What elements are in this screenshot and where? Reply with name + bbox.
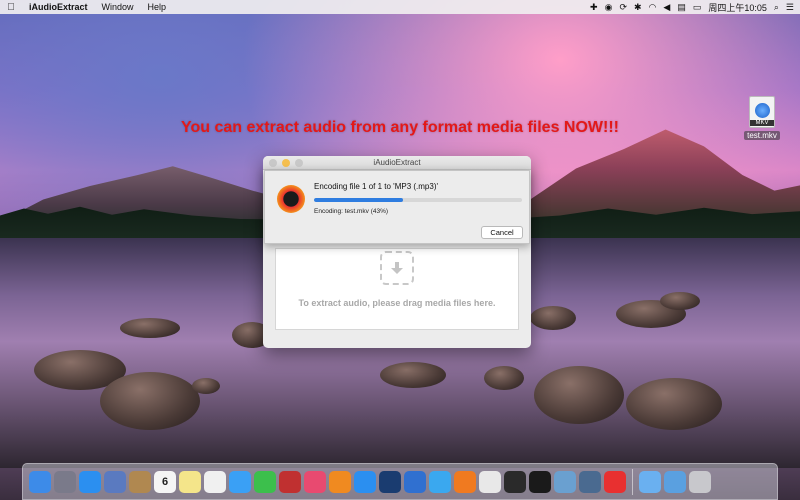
rock (100, 372, 200, 430)
rock (484, 366, 524, 390)
reminders-icon[interactable] (204, 470, 226, 493)
battery-icon[interactable]: ▭ (693, 2, 702, 13)
menu-help[interactable]: Help (141, 2, 174, 12)
wifi-icon[interactable]: ◠ (649, 2, 657, 13)
close-button[interactable] (269, 159, 277, 167)
plus-icon[interactable]: ✚ (590, 2, 598, 13)
calendar-icon[interactable]: 6 (154, 470, 176, 493)
rock (380, 362, 446, 388)
window-titlebar[interactable]: iAudioExtract (263, 156, 531, 170)
apple-icon[interactable]:  (0, 2, 22, 13)
preview-icon[interactable] (554, 470, 576, 493)
flag-icon[interactable]: ▤ (677, 2, 686, 13)
download-arrow-icon (380, 251, 414, 285)
drop-zone[interactable]: To extract audio, please drag media file… (275, 248, 519, 330)
app-store-icon[interactable] (354, 470, 376, 493)
terminal-icon[interactable] (529, 470, 551, 493)
menu-clock[interactable]: 周四上午10:05 (708, 1, 767, 14)
notification-center-icon[interactable]: ☰ (786, 2, 794, 13)
contacts-icon[interactable] (129, 470, 151, 493)
desktop-file-name: test.mkv (744, 131, 780, 140)
twitter-icon[interactable] (429, 470, 451, 493)
notes-icon[interactable] (179, 470, 201, 493)
photo-booth-icon[interactable] (279, 470, 301, 493)
activity-monitor-icon[interactable] (504, 470, 526, 493)
desktop-file-test-mkv[interactable]: MKV test.mkv (742, 93, 782, 149)
dock-separator (632, 468, 633, 495)
quicktime-icon[interactable] (379, 470, 401, 493)
drop-instructions: To extract audio, please drag media file… (298, 298, 496, 308)
rock (660, 292, 700, 310)
menu-window[interactable]: Window (95, 2, 141, 12)
photo-icon[interactable] (104, 470, 126, 493)
encoding-sheet: Encoding file 1 of 1 to 'MP3 (.mp3)' Enc… (264, 170, 530, 244)
sync-icon[interactable]: ⟳ (619, 2, 627, 13)
rock (534, 366, 624, 424)
menu-extras: ✚ ◉ ⟳ ✱ ◠ ◀ ▤ ▭ 周四上午10:05 ⌕ ☰ (590, 1, 800, 14)
downloads-icon[interactable] (664, 470, 686, 493)
minimize-button[interactable] (282, 159, 290, 167)
facetime-icon[interactable] (254, 470, 276, 493)
safari-icon[interactable] (79, 470, 101, 493)
menu-bar:  iAudioExtract Window Help ✚ ◉ ⟳ ✱ ◠ ◀ … (0, 0, 800, 14)
folder-icon[interactable] (639, 470, 661, 493)
messages-icon[interactable] (229, 470, 251, 493)
search-icon[interactable]: ⌕ (774, 2, 779, 13)
rock (192, 378, 220, 394)
itunes-icon[interactable] (304, 470, 326, 493)
app-logo-icon (277, 185, 305, 213)
ibooks-icon[interactable] (329, 470, 351, 493)
image-capture-icon[interactable] (579, 470, 601, 493)
promo-headline: You can extract audio from any format me… (181, 119, 619, 136)
progress-fill (314, 198, 404, 202)
finder-icon[interactable] (29, 470, 51, 493)
dock: 6 (22, 463, 778, 500)
rock (530, 306, 576, 330)
menu-app-name[interactable]: iAudioExtract (22, 2, 95, 12)
encoding-status: Encoding file 1 of 1 to 'MP3 (.mp3)' (314, 182, 439, 191)
status-icon[interactable]: ◉ (605, 2, 613, 13)
rock (626, 378, 722, 430)
iaudioextract-icon[interactable] (604, 470, 626, 493)
zoom-button[interactable] (295, 159, 303, 167)
file-ext-label: MKV (750, 120, 774, 126)
progress-bar (314, 198, 522, 202)
document-icon[interactable] (479, 470, 501, 493)
rock (120, 318, 180, 338)
cancel-button[interactable]: Cancel (481, 226, 523, 239)
media-player-icon[interactable] (454, 470, 476, 493)
window-title: iAudioExtract (373, 158, 421, 167)
encoding-detail: Encoding: test.mkv (43%) (314, 208, 389, 215)
trash-icon[interactable] (689, 470, 711, 493)
xcode-icon[interactable] (404, 470, 426, 493)
bluetooth-icon[interactable]: ✱ (634, 2, 642, 13)
launchpad-icon[interactable] (54, 470, 76, 493)
video-file-icon: MKV (749, 96, 775, 128)
volume-icon[interactable]: ◀ (663, 2, 670, 13)
